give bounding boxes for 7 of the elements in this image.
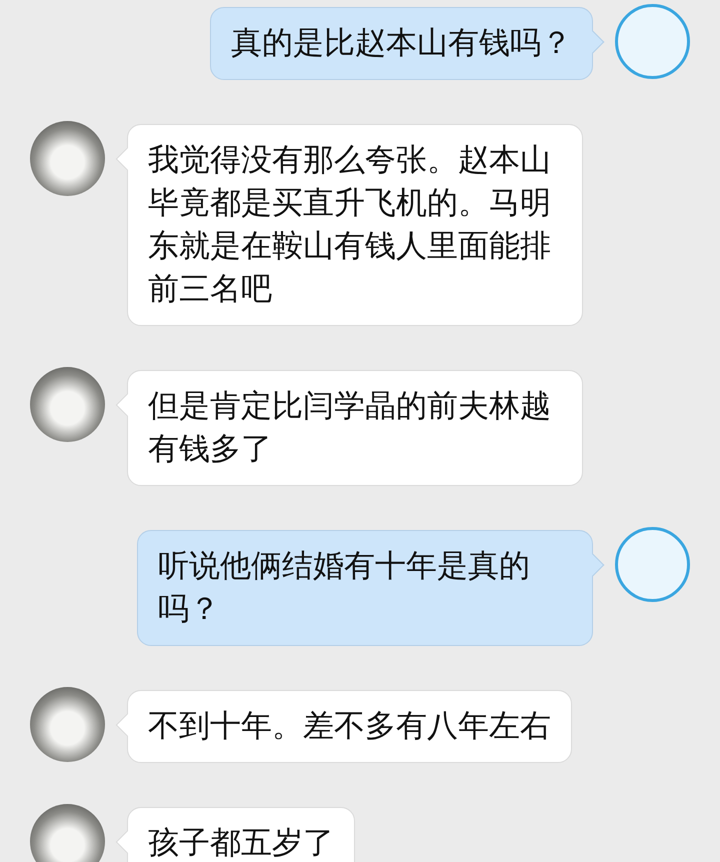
- message-text: 但是肯定比闫学晶的前夫林越有钱多了: [148, 387, 552, 469]
- avatar-photo-placeholder[interactable]: [30, 804, 105, 862]
- message-text: 听说他俩结婚有十年是真的吗？: [158, 547, 531, 629]
- message-text: 孩子都五岁了: [148, 824, 334, 862]
- message-text: 真的是比赵本山有钱吗？: [231, 24, 572, 63]
- message-text: 不到十年。差不多有八年左右: [148, 707, 551, 746]
- message-text: 我觉得没有那么夸张。赵本山毕竟都是买直升飞机的。马明东就是在鞍山有钱人里面能排前三名吧: [148, 141, 552, 309]
